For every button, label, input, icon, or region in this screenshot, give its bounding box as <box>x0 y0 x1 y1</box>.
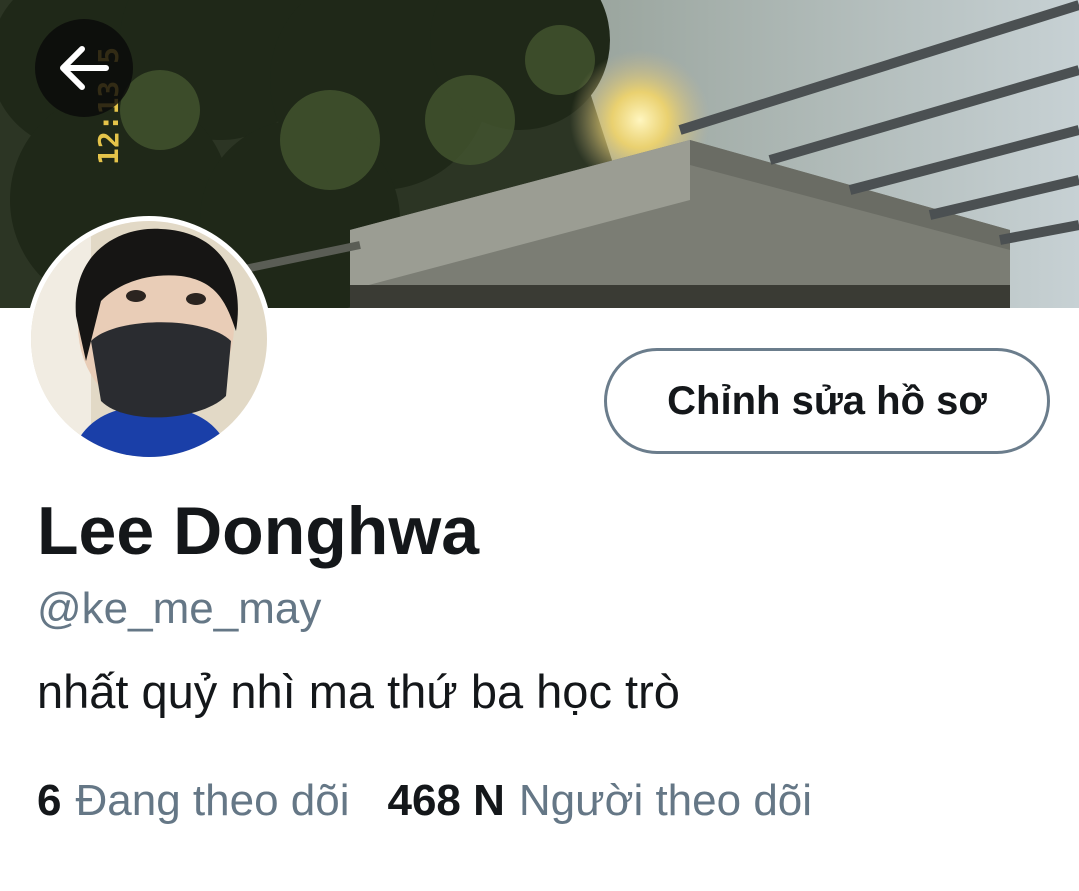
user-handle: @ke_me_may <box>37 584 322 633</box>
follow-stats: 6 Đang theo dõi 468 N Người theo dõi <box>37 776 812 826</box>
followers-count: 468 N <box>387 776 505 825</box>
following-label: Đang theo dõi <box>75 776 350 825</box>
following-stat[interactable]: 6 Đang theo dõi <box>37 776 349 826</box>
edit-profile-button[interactable]: Chỉnh sửa hồ sơ <box>604 348 1050 454</box>
profile-bio: nhất quỷ nhì ma thứ ba học trò <box>37 665 680 718</box>
followers-label: Người theo dõi <box>518 776 813 825</box>
avatar-image <box>31 221 267 457</box>
back-button[interactable] <box>35 19 133 117</box>
following-count: 6 <box>37 776 62 825</box>
avatar[interactable] <box>26 216 272 462</box>
display-name: Lee Donghwa <box>37 493 480 569</box>
arrow-left-icon <box>60 46 109 90</box>
followers-stat[interactable]: 468 N Người theo dõi <box>387 776 812 826</box>
